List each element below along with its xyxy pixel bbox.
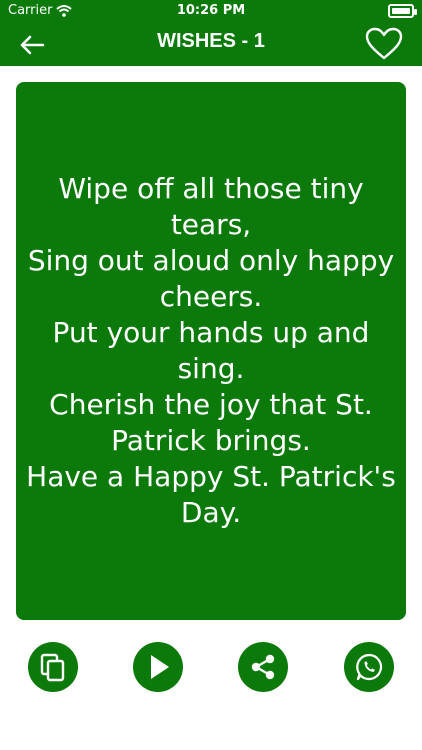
status-bar: Carrier 10:26 PM <box>0 0 422 24</box>
wish-card: Wipe off all those tiny tears, Sing out … <box>16 82 406 620</box>
battery-icon <box>388 4 417 18</box>
play-icon <box>151 655 169 679</box>
play-button[interactable] <box>133 642 183 692</box>
heart-outline-icon <box>365 27 403 60</box>
favorite-button[interactable] <box>364 26 404 62</box>
whatsapp-icon <box>356 653 383 681</box>
action-bar <box>0 642 422 694</box>
share-button[interactable] <box>238 642 288 692</box>
copy-button[interactable] <box>28 642 78 692</box>
page-title: WISHES - 1 <box>157 30 265 52</box>
copy-icon <box>40 653 65 682</box>
status-time: 10:26 PM <box>176 3 246 18</box>
wish-text: Wipe off all those tiny tears, Sing out … <box>26 172 396 529</box>
whatsapp-button[interactable] <box>344 642 394 692</box>
nav-bar: WISHES - 1 <box>0 24 422 66</box>
share-icon <box>251 654 275 680</box>
